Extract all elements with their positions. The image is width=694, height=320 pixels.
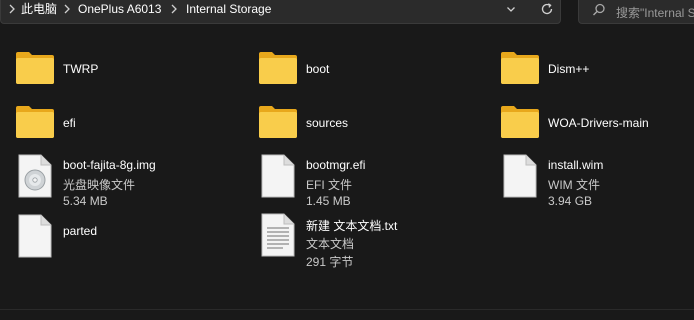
refresh-icon <box>541 3 553 15</box>
search-box[interactable]: 搜索"Internal St <box>578 0 694 24</box>
file-icon <box>261 154 295 201</box>
item-size: 291 字节 <box>306 255 354 269</box>
item-name: install.wim <box>548 158 604 172</box>
item-name: parted <box>63 224 98 238</box>
folder-icon <box>500 49 540 88</box>
folder-item[interactable]: efi <box>15 103 215 153</box>
breadcrumb-device[interactable]: OnePlus A6013 <box>78 0 161 18</box>
text-file-icon <box>261 213 295 260</box>
address-history-button[interactable] <box>497 0 525 21</box>
folder-icon <box>15 49 55 88</box>
folder-icon <box>258 49 298 88</box>
item-size: 5.34 MB <box>63 194 108 208</box>
chevron-right-icon <box>5 2 19 16</box>
item-name: 新建 文本文档.txt <box>306 219 398 233</box>
breadcrumb-internal-storage[interactable]: Internal Storage <box>186 0 271 18</box>
chevron-right-icon[interactable] <box>60 2 74 16</box>
disc-image-file-icon <box>18 154 52 201</box>
item-size: 3.94 GB <box>548 194 593 208</box>
search-icon <box>592 3 606 20</box>
breadcrumb-this-pc[interactable]: 此电脑 <box>21 0 57 18</box>
search-placeholder: 搜索"Internal St <box>616 6 694 20</box>
item-name: boot <box>306 62 330 76</box>
item-name: TWRP <box>63 62 99 76</box>
item-type: 文本文档 <box>306 237 355 251</box>
folder-item[interactable]: Dism++ <box>500 49 690 99</box>
folder-item[interactable]: TWRP <box>15 49 215 99</box>
toolbar: 此电脑 OnePlus A6013 Internal Storage 搜索"In… <box>0 0 694 25</box>
item-name: efi <box>63 116 76 130</box>
folder-item[interactable]: boot <box>258 49 458 99</box>
item-name: WOA-Drivers-main <box>548 116 649 130</box>
chevron-right-icon[interactable] <box>167 2 181 16</box>
item-name: bootmgr.efi <box>306 158 366 172</box>
chevron-down-icon <box>507 7 515 12</box>
item-size: 1.45 MB <box>306 194 351 208</box>
folder-item[interactable]: WOA-Drivers-main <box>500 103 690 153</box>
folder-icon <box>258 103 298 142</box>
folder-icon <box>500 103 540 142</box>
file-item[interactable]: 新建 文本文档.txt 文本文档 291 字节 <box>258 213 458 269</box>
item-type: WIM 文件 <box>548 178 600 192</box>
file-item[interactable]: bootmgr.efi EFI 文件 1.45 MB <box>258 154 458 208</box>
refresh-button[interactable] <box>533 0 561 21</box>
folder-icon <box>15 103 55 142</box>
item-name: boot-fajita-8g.img <box>63 158 156 172</box>
item-type: EFI 文件 <box>306 178 353 192</box>
item-type: 光盘映像文件 <box>63 178 136 192</box>
file-item[interactable]: boot-fajita-8g.img 光盘映像文件 5.34 MB <box>15 154 215 208</box>
divider <box>0 309 694 310</box>
item-name: Dism++ <box>548 62 590 76</box>
address-bar[interactable]: 此电脑 OnePlus A6013 Internal Storage <box>0 0 561 24</box>
file-item[interactable]: install.wim WIM 文件 3.94 GB <box>500 154 690 208</box>
folder-item[interactable]: sources <box>258 103 458 153</box>
file-item[interactable]: parted <box>15 214 215 264</box>
file-icon <box>503 154 537 201</box>
file-icon <box>18 214 52 261</box>
item-name: sources <box>306 116 349 130</box>
